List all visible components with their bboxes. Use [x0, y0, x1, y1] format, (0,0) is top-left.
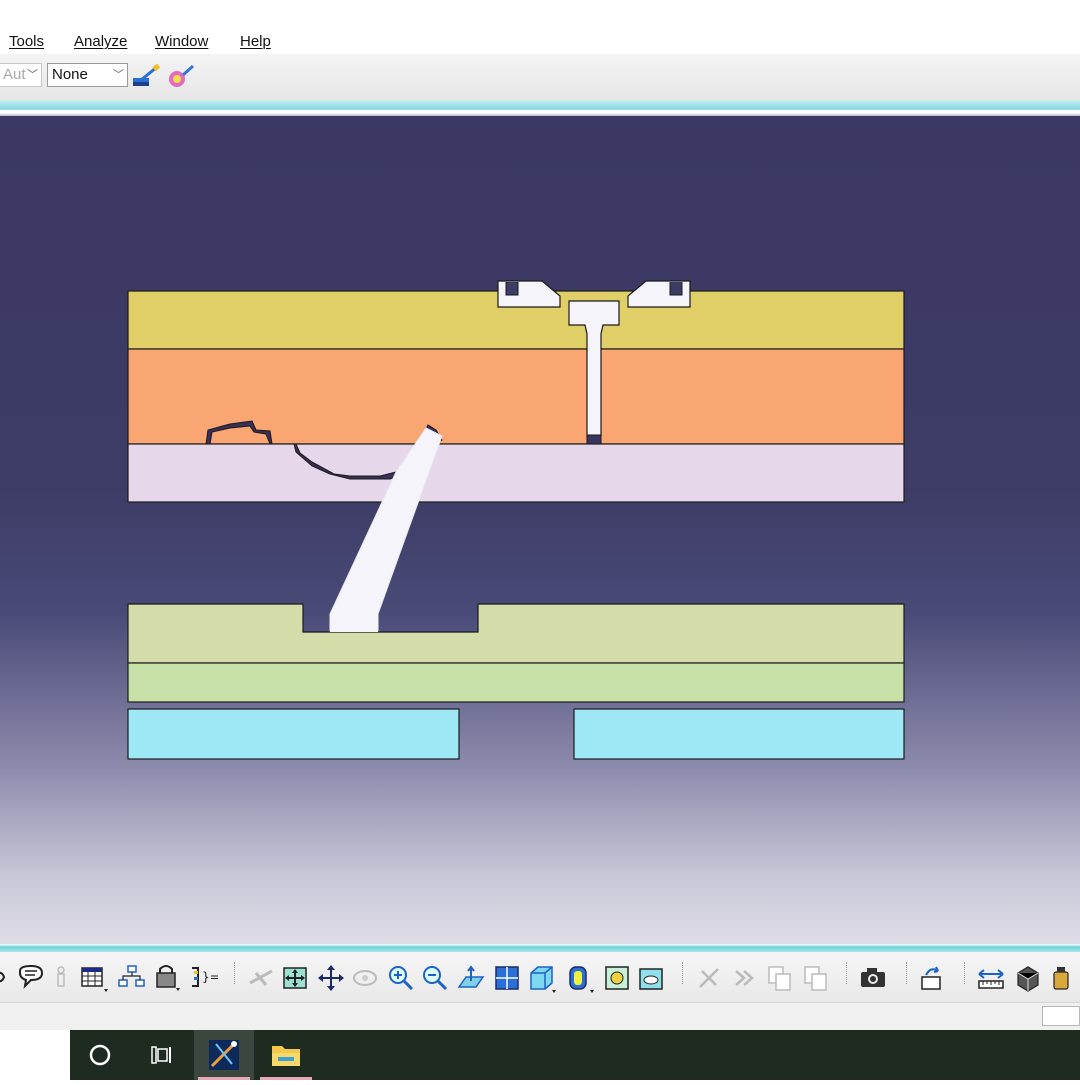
sprue-gate [586, 434, 602, 445]
paint-brush-icon[interactable] [131, 64, 161, 90]
shading-icon[interactable] [564, 963, 594, 993]
menu-help[interactable]: Help [240, 33, 271, 50]
fit-all-icon[interactable] [280, 963, 310, 993]
top-toolbar: Aut ﹀ None ﹀ [0, 54, 1080, 101]
toolbar-separator [906, 962, 908, 984]
lock-cube-icon[interactable] [152, 963, 182, 993]
spacer-block-left[interactable] [127, 708, 460, 760]
copy-icon[interactable] [764, 963, 794, 993]
task-view-button[interactable] [130, 1030, 190, 1080]
cavity-plate[interactable] [127, 348, 905, 445]
pan-icon[interactable] [316, 963, 346, 993]
spacer-block-right[interactable] [573, 708, 905, 760]
formula-list-icon[interactable]: }= [188, 963, 218, 993]
toolbar-accent-strip [0, 100, 1080, 116]
menu-tools[interactable]: Tools [9, 33, 44, 50]
weight-icon[interactable] [1046, 963, 1076, 993]
camera-icon[interactable] [858, 963, 888, 993]
toolbar-separator [234, 962, 236, 984]
menu-bar: Tools Analyze Window Help [0, 30, 1080, 54]
cortana-button[interactable] [70, 1030, 130, 1080]
task-view-icon [151, 1046, 171, 1064]
3d-viewport[interactable] [0, 116, 1080, 944]
rotate-icon[interactable] [350, 963, 380, 993]
speech-bubble-icon[interactable] [16, 963, 46, 993]
auto-combo-value: Aut [3, 66, 26, 83]
auto-combo[interactable]: Aut ﹀ [0, 63, 42, 87]
menu-window[interactable]: Window [155, 33, 208, 50]
partial-icon[interactable] [0, 963, 8, 993]
bottom-toolbar: }= [0, 952, 1080, 1002]
save-view-icon[interactable] [916, 963, 946, 993]
taskbar [0, 1030, 1080, 1080]
iso-view-icon[interactable] [526, 963, 556, 993]
core-plate[interactable] [127, 443, 905, 503]
paste-icon[interactable] [800, 963, 830, 993]
chevron-down-icon: ﹀ [27, 69, 38, 81]
menu-analyze[interactable]: Analyze [74, 33, 127, 50]
catia-app-icon [209, 1040, 239, 1070]
command-input[interactable] [1042, 1006, 1080, 1026]
cortana-circle-icon [89, 1044, 111, 1066]
dimmed-figure-icon[interactable] [52, 963, 70, 993]
file-explorer-button[interactable] [256, 1030, 316, 1080]
title-bar [0, 0, 1080, 30]
zoom-out-icon[interactable] [420, 963, 450, 993]
catia-taskbar-button[interactable] [194, 1030, 254, 1080]
inertia-icon[interactable] [1012, 963, 1042, 993]
bottom-accent-strip [0, 944, 1080, 952]
toolbar-separator [964, 962, 966, 984]
mold-section-drawing [127, 280, 905, 760]
ejector-plate[interactable] [127, 603, 905, 664]
cut-icon[interactable] [694, 963, 724, 993]
next-icon[interactable] [730, 963, 760, 993]
support-plate[interactable] [127, 662, 905, 703]
file-explorer-icon [272, 1046, 300, 1066]
toolbar-separator [846, 962, 848, 984]
svg-text:}=: }= [202, 970, 218, 984]
toolbar-separator [682, 962, 684, 984]
normal-view-icon[interactable] [456, 963, 486, 993]
chevron-down-icon: ﹀ [113, 69, 124, 81]
status-bar [0, 1002, 1080, 1031]
grid-table-icon[interactable] [78, 963, 108, 993]
measure-icon[interactable] [976, 963, 1006, 993]
color-sphere-icon[interactable] [166, 63, 196, 91]
swap-space-icon[interactable] [636, 963, 666, 993]
tree-graph-icon[interactable] [116, 963, 146, 993]
zoom-in-icon[interactable] [386, 963, 416, 993]
multi-view-icon[interactable] [492, 963, 522, 993]
fly-mode-icon[interactable] [246, 963, 276, 993]
none-combo-value: None [52, 66, 88, 83]
hide-show-icon[interactable] [602, 963, 632, 993]
none-combo[interactable]: None ﹀ [47, 63, 128, 87]
taskbar-search-box[interactable] [0, 1030, 70, 1080]
